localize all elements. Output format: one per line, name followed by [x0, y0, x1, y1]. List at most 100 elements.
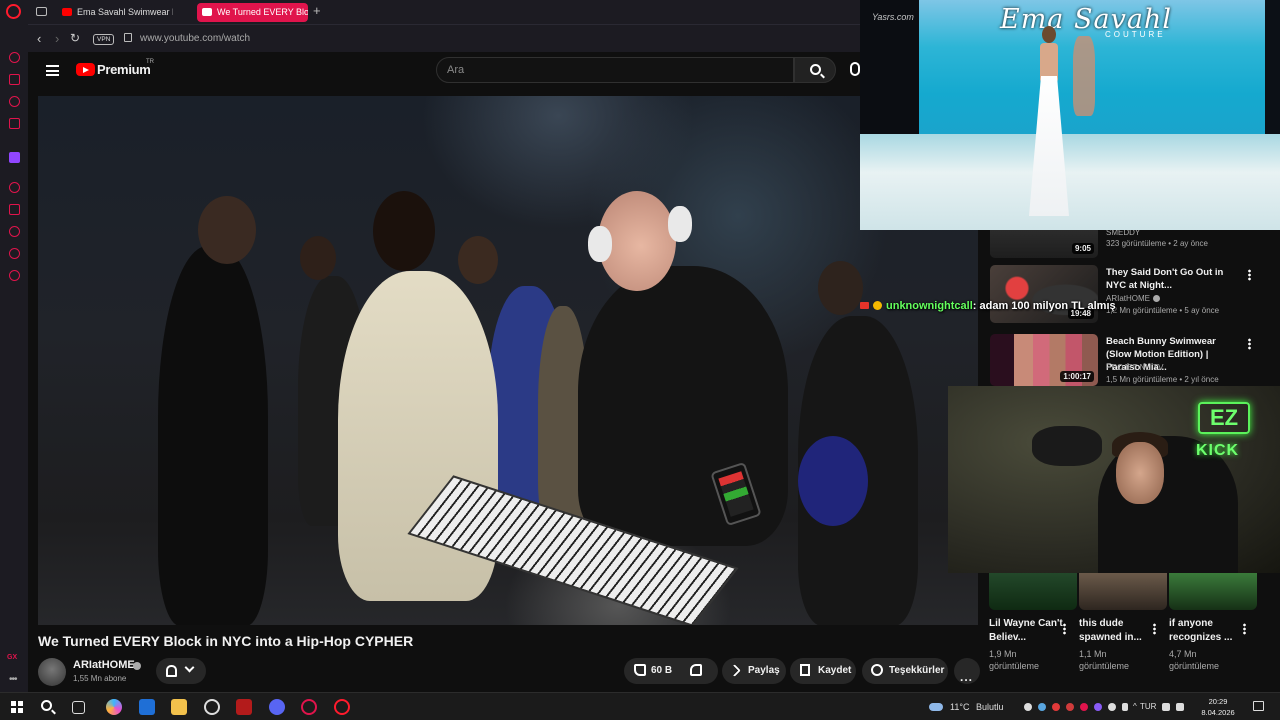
recommendation-meta: 1,5 Mn görüntüleme • 2 yıl önce — [1106, 375, 1219, 384]
tray-microphone-icon[interactable] — [1122, 703, 1128, 711]
opera-taskbar-icon[interactable] — [334, 699, 350, 715]
tab-ema-savahl[interactable]: Ema Savahl Swimwear Fas — [57, 3, 173, 22]
opera-logo-icon[interactable] — [6, 4, 21, 19]
tray-app-icon[interactable] — [1108, 703, 1116, 711]
youtube-logo-icon[interactable] — [76, 63, 95, 76]
recommendation-item[interactable]: 9:05 SMEDDY 323 görüntüleme • 2 ay önce — [990, 200, 1260, 260]
video-blue-object — [798, 436, 868, 526]
search-button[interactable] — [794, 57, 836, 83]
task-view-icon[interactable] — [72, 701, 85, 714]
discord-icon[interactable] — [269, 699, 285, 715]
tray-opera-icon[interactable] — [1052, 703, 1060, 711]
back-icon[interactable]: ‹ — [37, 31, 41, 46]
tray-app-icon[interactable] — [1094, 703, 1102, 711]
new-tab-button[interactable]: + — [313, 4, 321, 18]
taskbar-clock[interactable]: 20:29 8.04.2026 — [1198, 696, 1238, 718]
gx-label: GX — [7, 654, 18, 661]
tray-app-icon[interactable] — [1066, 703, 1074, 711]
taskbar-search-icon[interactable] — [41, 700, 52, 711]
tray-chevron-icon[interactable]: ^ — [1133, 702, 1137, 711]
dislike-thumb-icon[interactable] — [690, 664, 702, 676]
short-title[interactable]: this dude spawned in... — [1079, 617, 1153, 645]
video-crowd-head — [300, 236, 336, 280]
network-icon[interactable] — [1162, 703, 1170, 711]
sidebar-more-icon[interactable]: ••• — [9, 674, 17, 685]
more-horizontal-icon: ... — [960, 670, 974, 684]
recommendation-title[interactable]: They Said Don't Go Out in NYC at Night..… — [1106, 266, 1240, 292]
reload-icon[interactable]: ↻ — [70, 31, 80, 45]
copilot-icon[interactable] — [106, 699, 122, 715]
kebab-menu-icon[interactable] — [1243, 623, 1246, 635]
vpn-badge[interactable]: VPN — [93, 34, 115, 45]
video-editor-icon[interactable] — [236, 699, 252, 715]
verified-check-icon — [1153, 295, 1161, 302]
language-indicator[interactable]: TUR — [1140, 702, 1156, 711]
tab-we-turned-every-block[interactable]: We Turned EVERY Block — [197, 3, 308, 22]
extensions-icon[interactable] — [9, 248, 20, 259]
microphone-icon[interactable] — [850, 62, 860, 76]
verified-check-icon — [133, 662, 141, 670]
news-icon[interactable] — [9, 118, 20, 129]
messenger-icon[interactable] — [9, 96, 20, 107]
tab-label: Ema Savahl Swimwear Fas — [77, 7, 173, 17]
channel-avatar[interactable] — [38, 658, 66, 686]
kebab-menu-icon[interactable] — [1248, 338, 1251, 350]
recommendation-item[interactable]: 19:48 They Said Don't Go Out in NYC at N… — [990, 265, 1260, 327]
recommendation-meta: 323 görüntüleme • 2 ay önce — [1106, 239, 1208, 248]
volume-icon[interactable] — [1176, 703, 1184, 711]
menu-hamburger-icon[interactable] — [46, 65, 59, 76]
kebab-menu-icon[interactable] — [1248, 269, 1251, 281]
file-explorer-icon[interactable] — [171, 699, 187, 715]
clock-time: 20:29 — [1208, 697, 1228, 706]
mail-icon[interactable] — [139, 699, 155, 715]
player-icon[interactable] — [9, 182, 20, 193]
tray-app-icon[interactable] — [1080, 703, 1088, 711]
windows-start-icon[interactable] — [11, 701, 23, 713]
short-title[interactable]: Lil Wayne Can't Believ... — [989, 617, 1063, 645]
youtube-premium-wordmark[interactable]: Premium — [97, 62, 151, 77]
forward-icon[interactable]: › — [55, 31, 59, 46]
tray-steam-icon[interactable] — [1038, 703, 1046, 711]
tab-overview-icon[interactable] — [36, 7, 47, 16]
short-thumbnail[interactable] — [1079, 573, 1167, 610]
notification-bell-button[interactable] — [156, 658, 206, 684]
opera-gx-taskbar-icon[interactable] — [301, 699, 317, 715]
browser-sidebar: GX ••• — [0, 24, 28, 692]
bell-icon — [166, 665, 177, 677]
recommendation-channel[interactable]: PROJET NU TV — [1106, 363, 1164, 372]
video-crowd-figure — [158, 246, 268, 625]
weather-temp[interactable]: 11°C — [950, 702, 969, 712]
like-count[interactable]: 60 B — [651, 665, 672, 676]
kebab-menu-icon[interactable] — [1153, 623, 1156, 635]
short-title[interactable]: if anyone recognizes ... — [1169, 617, 1243, 645]
recommendation-thumbnail[interactable]: 1:00:17 — [990, 334, 1098, 386]
url-field[interactable]: www.youtube.com/watch — [140, 33, 250, 44]
shopping-icon[interactable] — [9, 74, 20, 85]
channel-name[interactable]: ARIatHOME — [73, 659, 135, 671]
video-crowd-head — [198, 196, 256, 264]
lock-icon[interactable] — [124, 33, 132, 42]
short-thumbnail[interactable] — [989, 573, 1077, 610]
weather-description[interactable]: Bulutlu — [976, 702, 1004, 712]
short-thumbnail[interactable] — [1169, 573, 1257, 610]
settings-gear-icon[interactable] — [9, 270, 20, 281]
history-icon[interactable] — [9, 226, 20, 237]
gx-control-icon[interactable] — [9, 52, 20, 63]
search-input[interactable]: Ara — [436, 57, 794, 83]
twitch-icon[interactable] — [9, 152, 20, 163]
bookmarks-icon[interactable] — [9, 204, 20, 215]
tray-app-icon[interactable] — [1024, 703, 1032, 711]
video-duration: 9:05 — [1071, 243, 1094, 254]
like-thumb-icon[interactable] — [634, 664, 646, 676]
notification-center-icon[interactable] — [1253, 701, 1264, 711]
subscriber-count: 1,55 Mn abone — [73, 674, 127, 683]
short-views-number: 1,9 Mn — [989, 649, 1017, 659]
youtube-header: Premium TR Ara — [28, 52, 860, 96]
weather-cloud-icon[interactable] — [929, 703, 943, 711]
overlay-watermark: Yasrs.com — [872, 12, 914, 22]
obs-icon[interactable] — [204, 699, 220, 715]
kebab-menu-icon[interactable] — [1063, 623, 1066, 635]
recommendation-thumbnail[interactable]: 19:48 — [990, 265, 1098, 323]
youtube-favicon-icon — [202, 8, 212, 16]
video-player[interactable] — [38, 96, 978, 625]
